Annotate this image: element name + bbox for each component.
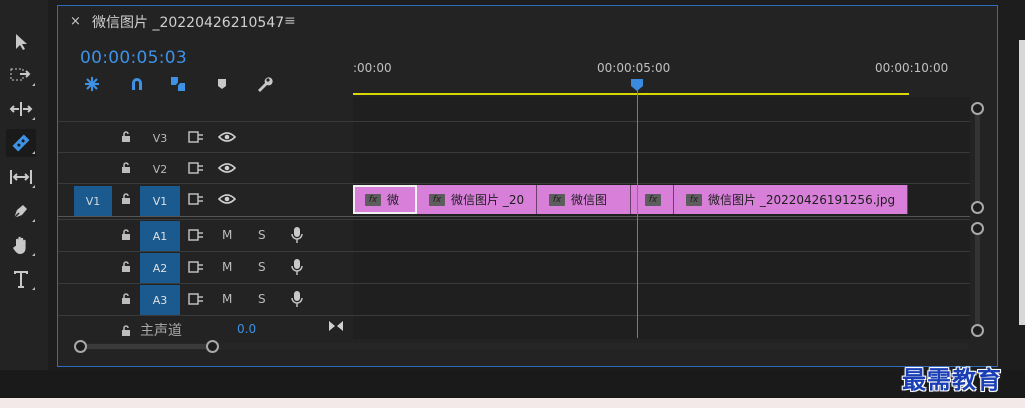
track-name-a2[interactable]: A2 <box>140 253 180 283</box>
audio-vertical-scrollbar[interactable] <box>975 226 980 330</box>
scroll-knob[interactable] <box>971 201 984 214</box>
sync-lock-icon[interactable] <box>188 161 204 175</box>
clip[interactable]: fx 微 <box>353 185 417 214</box>
lock-icon[interactable] <box>120 325 132 337</box>
video-vertical-scrollbar[interactable] <box>975 106 980 206</box>
tab-menu-icon[interactable]: ≡ <box>284 13 296 29</box>
scroll-knob[interactable] <box>74 340 87 353</box>
scroll-knob[interactable] <box>971 102 984 115</box>
track-name-a1[interactable]: A1 <box>140 221 180 251</box>
clip[interactable]: fx 微信图片 _20220426191256.jpg <box>674 185 908 214</box>
lock-icon[interactable] <box>120 293 132 305</box>
track-name-v3[interactable]: V3 <box>140 123 180 153</box>
mute-button[interactable]: M <box>222 292 232 306</box>
master-volume-value[interactable]: 0.0 <box>237 322 256 336</box>
adjacent-panel-edge <box>1019 40 1025 325</box>
solo-button[interactable]: S <box>258 292 266 306</box>
sync-lock-icon[interactable] <box>188 192 204 206</box>
track-header-a1: A1 M S <box>58 221 352 251</box>
microphone-icon[interactable] <box>291 290 303 308</box>
tools-panel <box>0 0 48 370</box>
fx-badge: fx <box>429 193 445 206</box>
microphone-icon[interactable] <box>291 258 303 276</box>
lock-icon[interactable] <box>120 261 132 273</box>
lock-icon[interactable] <box>120 229 132 241</box>
mute-button[interactable]: M <box>222 260 232 274</box>
work-area-bar[interactable] <box>353 93 909 95</box>
watermark-logo: 最需教育 <box>902 365 1002 394</box>
clip-label: 微信图 <box>571 193 608 207</box>
track-header-v3: V3 <box>58 123 352 153</box>
eye-icon[interactable] <box>218 131 236 143</box>
sync-lock-icon[interactable] <box>188 260 204 274</box>
solo-button[interactable]: S <box>258 228 266 242</box>
lock-icon[interactable] <box>120 131 132 143</box>
clip[interactable]: fx 微信图 <box>537 185 631 214</box>
microphone-icon[interactable] <box>291 226 303 244</box>
clip-label: 微信图片 _20 <box>451 193 525 207</box>
horizontal-scrollbar[interactable] <box>80 344 213 349</box>
playhead-line[interactable] <box>637 88 638 338</box>
master-end-icon[interactable] <box>328 320 344 332</box>
eye-icon[interactable] <box>218 162 236 174</box>
track-content-area[interactable] <box>353 97 970 339</box>
lock-icon[interactable] <box>120 193 132 205</box>
playhead-timecode[interactable]: 00:00:05:03 <box>80 48 187 68</box>
ruler-tick-label: 00:00:05:00 <box>597 61 671 75</box>
source-patch-v1[interactable]: V1 <box>74 186 112 216</box>
sequence-tab-title[interactable]: 微信图片 _20220426210547 <box>92 12 284 32</box>
nest-icon[interactable] <box>82 74 102 94</box>
fx-badge: fx <box>549 193 565 206</box>
lock-icon[interactable] <box>120 162 132 174</box>
track-name-a3[interactable]: A3 <box>140 285 180 315</box>
pen-tool-icon[interactable] <box>6 197 36 225</box>
tab-close-button[interactable]: × <box>70 14 81 29</box>
ruler-tick-label: :00:00 <box>353 61 392 75</box>
fx-badge: fx <box>645 193 661 206</box>
slip-tool-icon[interactable] <box>6 163 36 191</box>
scroll-knob[interactable] <box>971 222 984 235</box>
sync-lock-icon[interactable] <box>188 130 204 144</box>
scroll-knob[interactable] <box>971 324 984 337</box>
linked-selection-icon[interactable] <box>168 74 188 94</box>
clip-label: 微 <box>387 193 400 207</box>
playhead-handle[interactable] <box>630 79 644 91</box>
master-track-label: 主声道 <box>140 323 182 339</box>
snap-icon[interactable] <box>127 74 147 94</box>
track-header-v2: V2 <box>58 154 352 184</box>
fx-badge: fx <box>686 193 702 206</box>
track-header-v1: V1 V1 <box>58 185 352 216</box>
type-tool-icon[interactable] <box>6 265 36 293</box>
clip[interactable]: fx 微信图片 _20 <box>417 185 537 214</box>
bottom-bar <box>0 370 1025 398</box>
ruler-tick-label: 00:00:10:00 <box>875 61 949 75</box>
ripple-edit-tool-icon[interactable] <box>6 95 36 123</box>
add-marker-icon[interactable] <box>212 74 232 94</box>
track-name-v1[interactable]: V1 <box>140 186 180 216</box>
fx-badge: fx <box>365 193 381 206</box>
sync-lock-icon[interactable] <box>188 228 204 242</box>
track-name-v2[interactable]: V2 <box>140 154 180 184</box>
wrench-icon[interactable] <box>254 74 274 94</box>
mute-button[interactable]: M <box>222 228 232 242</box>
bottom-strip <box>0 398 1025 408</box>
selection-tool-icon[interactable] <box>6 28 36 56</box>
scroll-knob[interactable] <box>206 340 219 353</box>
clip-label: 微信图片 _20220426191256.jpg <box>708 193 896 207</box>
sync-lock-icon[interactable] <box>188 292 204 306</box>
eye-icon[interactable] <box>218 193 236 205</box>
razor-tool-icon[interactable] <box>6 129 36 157</box>
track-header-a2: A2 M S <box>58 253 352 283</box>
solo-button[interactable]: S <box>258 260 266 274</box>
track-header-a3: A3 M S <box>58 285 352 315</box>
track-select-tool-icon[interactable] <box>6 61 36 89</box>
hand-tool-icon[interactable] <box>6 231 36 259</box>
